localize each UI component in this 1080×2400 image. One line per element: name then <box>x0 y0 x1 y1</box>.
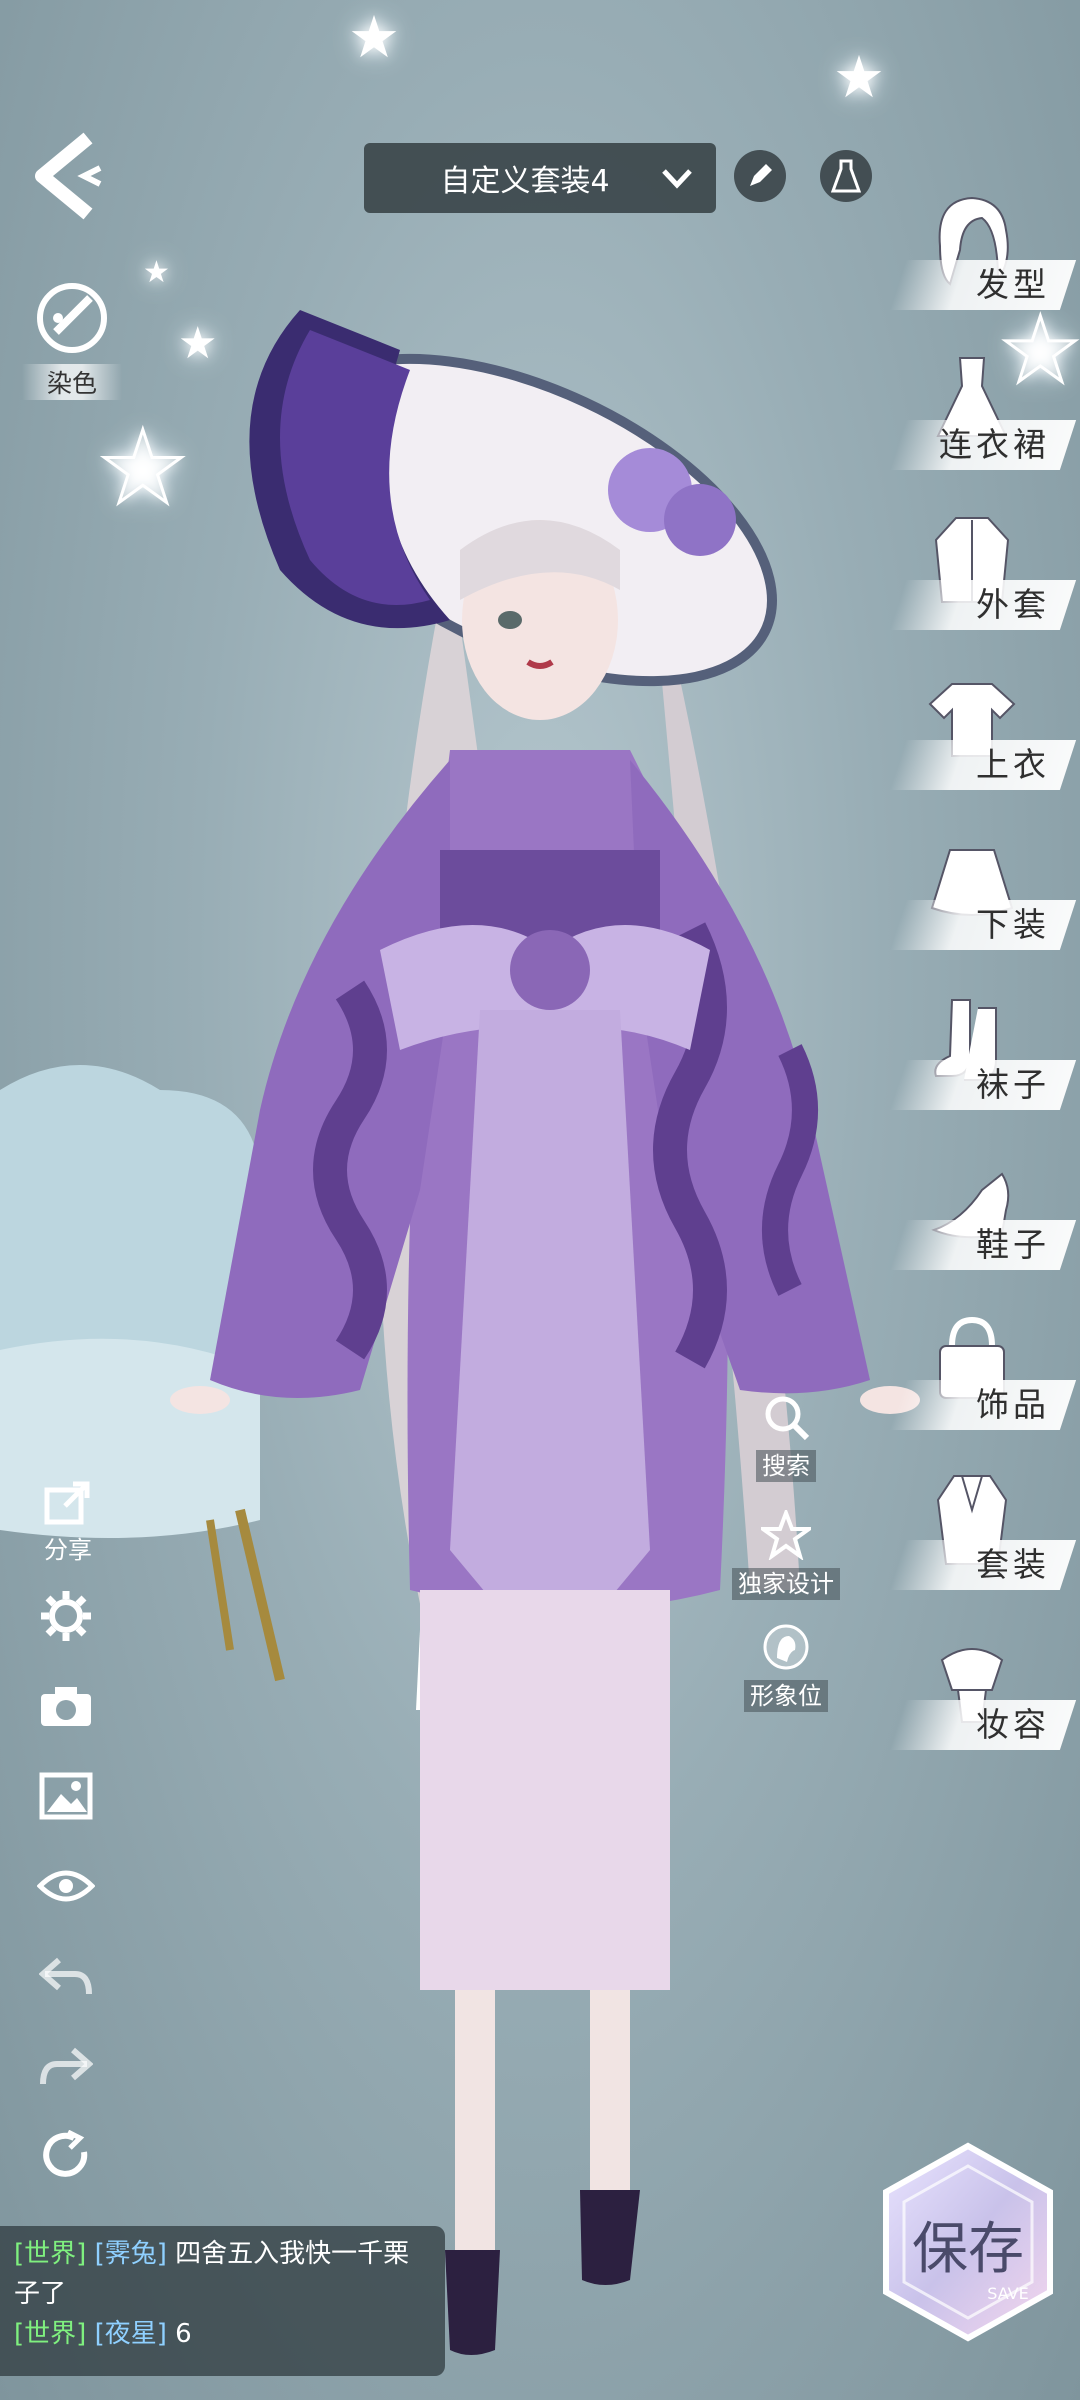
eye-icon <box>37 1870 95 1902</box>
save-sublabel: SAVE <box>987 2284 1029 2303</box>
category-label: 外套 <box>976 585 1050 624</box>
category-bottoms[interactable]: 下装 <box>868 830 1077 970</box>
image-icon <box>39 1772 93 1820</box>
category-label: 上衣 <box>976 745 1050 784</box>
chat-channel: [世界] <box>14 2319 87 2349</box>
exclusive-design-label: 独家设计 <box>732 1568 840 1600</box>
dress-preview-button[interactable] <box>820 150 872 202</box>
search-icon <box>765 1396 810 1441</box>
share-label: 分享 <box>44 1536 92 1564</box>
camera-icon <box>41 1687 91 1726</box>
star-icon <box>756 1507 816 1561</box>
star-decoration: ★ <box>833 43 885 111</box>
exclusive-design-button[interactable]: 独家设计 <box>726 1507 846 1600</box>
category-label: 鞋子 <box>976 1225 1050 1264</box>
palette-brush-icon <box>37 283 107 353</box>
gallery-button[interactable] <box>36 1766 96 1826</box>
chat-sender: [夜星] <box>94 2319 167 2349</box>
outfit-selector-label: 自定义套装4 <box>440 164 610 199</box>
redo-icon <box>40 2047 93 2085</box>
category-top[interactable]: 上衣 <box>868 670 1077 810</box>
chat-message: [世界] [夜星] 6 <box>14 2314 431 2354</box>
category-label: 袜子 <box>976 1065 1050 1104</box>
category-socks[interactable]: 袜子 <box>868 990 1077 1130</box>
category-coat[interactable]: 外套 <box>868 510 1077 650</box>
star-decoration: ★ <box>143 255 170 290</box>
hide-ui-button[interactable] <box>36 1856 96 1916</box>
world-chat-panel[interactable]: [世界] [霁兔] 四舍五入我快一千栗子了 [世界] [夜星] 6 <box>0 2226 445 2376</box>
chat-text: 6 <box>175 2319 192 2349</box>
back-chevron-icon <box>35 132 102 220</box>
search-label: 搜索 <box>756 1450 816 1482</box>
settings-button[interactable] <box>36 1586 96 1646</box>
portrait-icon <box>763 1624 809 1670</box>
profile-slot-label: 形象位 <box>744 1680 828 1712</box>
dye-button[interactable]: 染色 <box>22 278 122 408</box>
chat-channel: [世界] <box>14 2239 87 2269</box>
category-label: 连衣裙 <box>939 425 1050 464</box>
category-shoes[interactable]: 鞋子 <box>868 1150 1077 1290</box>
category-makeup[interactable]: 妆容 <box>868 1630 1077 1770</box>
back-button[interactable] <box>30 130 110 220</box>
dye-label: 染色 <box>46 369 97 398</box>
category-label: 饰品 <box>976 1385 1050 1424</box>
search-button[interactable]: 搜索 <box>726 1392 846 1482</box>
reset-icon <box>43 2130 88 2177</box>
reset-button[interactable] <box>36 2126 96 2186</box>
save-label: 保存 <box>912 2217 1024 2282</box>
category-accessories[interactable]: 饰品 <box>868 1310 1077 1450</box>
dressup-screen: ★ ★ ★ ★ ★ ★ 自定义套装4 染色 分享 发型 连衣裙 外套 上衣 下装… <box>0 0 1080 2400</box>
profile-slot-button[interactable]: 形象位 <box>726 1622 846 1712</box>
category-label: 套装 <box>976 1545 1050 1584</box>
redo-button[interactable] <box>36 2036 96 2096</box>
category-label: 发型 <box>976 265 1050 304</box>
category-hair[interactable]: 发型 <box>868 190 1077 330</box>
undo-button[interactable] <box>36 1946 96 2006</box>
gear-icon <box>41 1591 91 1641</box>
category-label: 下装 <box>976 905 1050 944</box>
save-button[interactable]: 保存 SAVE <box>878 2142 1058 2342</box>
camera-button[interactable] <box>36 1676 96 1736</box>
chat-sender: [霁兔] <box>94 2239 167 2269</box>
undo-icon <box>39 1957 92 1995</box>
edit-outfit-button[interactable] <box>734 150 786 202</box>
category-suit[interactable]: 套装 <box>868 1470 1077 1610</box>
share-button[interactable]: 分享 <box>28 1480 108 1565</box>
pencil-icon <box>750 164 772 186</box>
outfit-selector[interactable]: 自定义套装4 <box>364 143 716 213</box>
star-decoration: ★ <box>348 3 400 71</box>
category-label: 妆容 <box>976 1705 1050 1744</box>
chat-message: [世界] [霁兔] 四舍五入我快一千栗子了 <box>14 2234 431 2314</box>
category-dress[interactable]: 连衣裙 <box>868 350 1077 490</box>
dress-icon <box>831 159 861 193</box>
chevron-down-icon <box>662 169 692 189</box>
character-model <box>170 310 920 2355</box>
share-icon <box>44 1481 90 1525</box>
